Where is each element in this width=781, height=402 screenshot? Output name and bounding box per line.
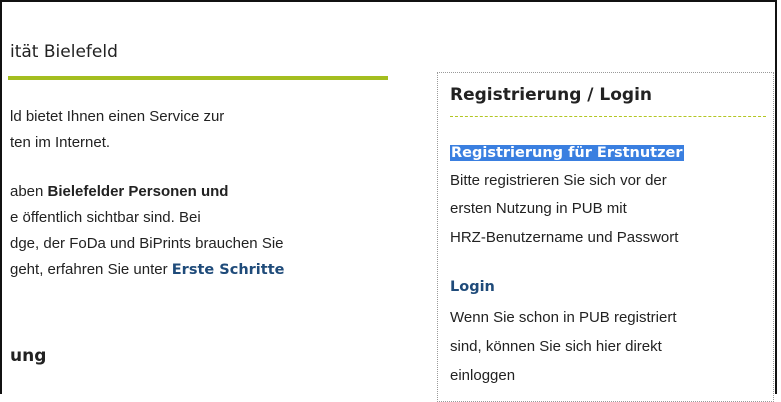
register-text-line-2: ersten Nutzung in PUB mit [450,200,627,217]
registration-login-box: Registrierung / Login Registrierung für … [437,72,774,402]
title-underline [8,76,388,80]
intro-line-2: ten im Internet. [10,134,111,151]
page-title: ität Bielefeld [10,42,118,62]
login-link[interactable]: Login [450,279,495,295]
sidebar-divider [450,116,766,117]
register-text-line-1: Bitte registrieren Sie sich vor der [450,172,667,189]
intro-line-5: dge, der FoDa und BiPrints brauchen Sie [10,235,284,252]
login-text-line-2: sind, können Sie sich hier direkt [450,338,662,355]
register-link[interactable]: Registrierung für Erstnutzer [450,145,684,161]
section-heading: ung [10,346,47,366]
intro-line-1: ld bietet Ihnen einen Service zur [10,108,225,125]
login-text-line-3: einloggen [450,367,516,384]
intro-line-6: geht, erfahren Sie unter Erste Schritte [10,261,285,278]
bold-phrase: Bielefelder Personen und [47,183,229,200]
intro-line-4: e öffentlich sichtbar sind. Bei [10,209,201,226]
erste-schritte-link[interactable]: Erste Schritte [172,262,285,278]
intro-line-3: aben Bielefelder Personen und [10,183,229,200]
sidebar-title: Registrierung / Login [450,85,653,105]
register-text-line-3: HRZ-Benutzername und Passwort [450,229,679,246]
login-text-line-1: Wenn Sie schon in PUB registriert [450,309,677,326]
